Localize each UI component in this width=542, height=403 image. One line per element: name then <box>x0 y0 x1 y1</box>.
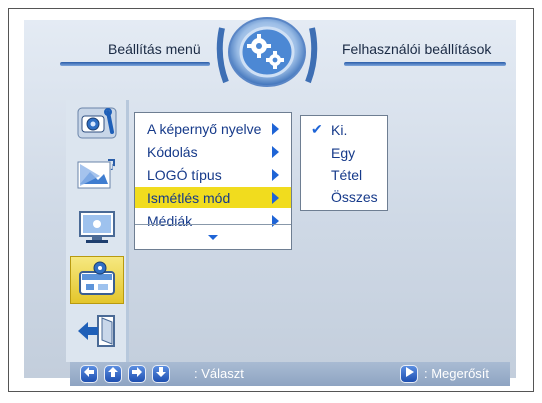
user-settings-icon <box>74 258 120 303</box>
chevron-right-icon <box>272 169 279 181</box>
menu-item-encoding[interactable]: Kódolás <box>135 141 291 162</box>
left-title: Beállítás menü <box>108 41 201 57</box>
tv-screen: Beállítás menü Felhasználói beállítások <box>0 0 542 403</box>
submenu-item-label: Összes <box>331 188 378 205</box>
arrow-left-icon <box>83 365 95 383</box>
submenu-item-label: Egy <box>331 144 356 161</box>
menu-item-label: Kódolás <box>147 143 198 160</box>
right-title: Felhasználói beállítások <box>342 41 492 57</box>
confirm-hint: : Megerősít <box>424 366 490 381</box>
sidebar: ♪ <box>66 100 129 362</box>
down-arrow-button[interactable] <box>152 365 170 383</box>
submenu-item-all[interactable]: Összes <box>301 186 387 207</box>
chevron-right-icon <box>272 123 279 135</box>
left-title-bar <box>60 62 210 66</box>
menu-item-label: LOGÓ típus <box>147 166 222 183</box>
sidebar-item-camera[interactable] <box>70 100 124 148</box>
settings-menu: A képernyő nyelve Kódolás LOGÓ típus Ism… <box>134 112 292 250</box>
play-icon <box>403 365 415 383</box>
check-icon: ✔ <box>311 121 323 137</box>
menu-item-screen-language[interactable]: A képernyő nyelve <box>135 118 291 139</box>
repeat-mode-submenu: ✔ Ki. Egy Tétel Összes <box>300 115 388 211</box>
left-arrow-button[interactable] <box>80 365 98 383</box>
slideshow-icon: ♪ <box>74 154 120 199</box>
sidebar-item-slideshow[interactable]: ♪ <box>70 152 124 200</box>
chevron-down-icon <box>208 234 218 240</box>
select-hint: : Választ <box>194 366 244 381</box>
right-title-bar <box>344 62 506 66</box>
arrow-down-icon <box>155 365 167 383</box>
chevron-right-icon <box>272 192 279 204</box>
up-arrow-button[interactable] <box>104 365 122 383</box>
play-confirm-button[interactable] <box>400 365 418 383</box>
camera-settings-icon <box>74 102 120 147</box>
svg-text:♪: ♪ <box>110 163 115 172</box>
menu-item-label: Ismétlés mód <box>147 189 231 206</box>
chevron-right-icon <box>272 146 279 158</box>
submenu-item-one[interactable]: Egy <box>301 142 387 163</box>
exit-icon <box>74 310 120 355</box>
gear-icon <box>216 16 318 96</box>
submenu-item-label: Ki. <box>331 121 348 138</box>
arrow-up-icon <box>107 365 119 383</box>
menu-item-repeat-mode[interactable]: Ismétlés mód <box>135 187 291 208</box>
arrow-right-icon <box>131 365 143 383</box>
help-bar: : Választ : Megerősít <box>70 362 510 386</box>
submenu-item-off[interactable]: ✔ Ki. <box>301 119 387 140</box>
sidebar-item-user-settings[interactable] <box>70 256 124 304</box>
submenu-item-label: Tétel <box>331 166 363 183</box>
screen-settings-icon <box>74 206 120 251</box>
sidebar-item-display[interactable] <box>70 204 124 252</box>
submenu-item-item[interactable]: Tétel <box>301 164 387 185</box>
sidebar-item-exit[interactable] <box>70 308 124 356</box>
right-arrow-button[interactable] <box>128 365 146 383</box>
menu-item-logo-type[interactable]: LOGÓ típus <box>135 164 291 185</box>
menu-scroll-down[interactable] <box>135 224 291 249</box>
menu-item-label: A képernyő nyelve <box>147 120 262 137</box>
